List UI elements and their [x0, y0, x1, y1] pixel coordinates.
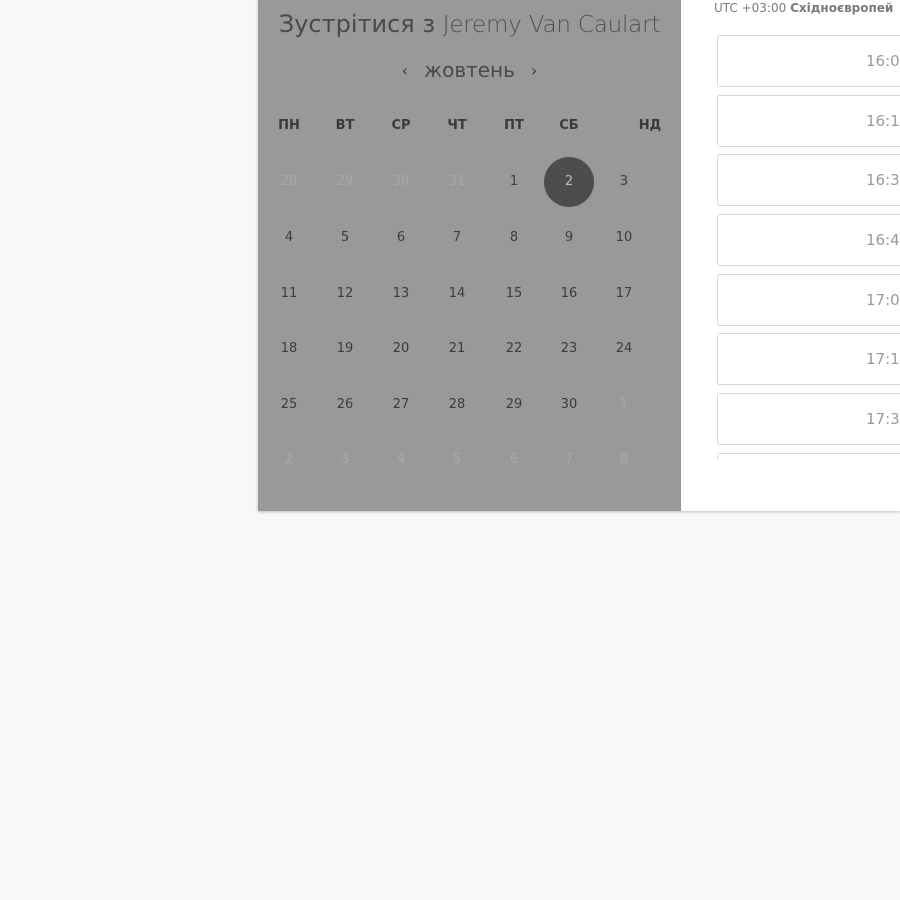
day-cell[interactable]: 16 [547, 272, 591, 316]
day-cell[interactable]: 21 [435, 327, 479, 371]
day-cell: 4 [396, 452, 406, 467]
time-slot-list: 16:0 16:1 16:3 16:4 17:0 17:1 17:3 [717, 35, 900, 459]
day-cell[interactable]: 26 [323, 383, 367, 427]
day-cell[interactable]: 23 [547, 327, 591, 371]
time-slot-button[interactable]: 16:1 [717, 94, 900, 147]
day-cell[interactable]: 9 [547, 216, 591, 260]
day-cell: 6 [509, 452, 519, 467]
day-cell[interactable]: 22 [492, 327, 536, 371]
day-cell[interactable]: 29 [492, 383, 536, 427]
day-cell: 2 [284, 452, 294, 467]
time-slot-button[interactable]: 17:1 [717, 333, 900, 386]
calendar-grid: 28 29 30 31 1 2 3 4 5 6 7 8 9 10 11 12 13 14 15 16 17 18 19 20 2… [258, 0, 681, 511]
timezone-name: Східноєвропей [790, 1, 894, 15]
day-cell: 31 [448, 174, 466, 189]
time-slot-button[interactable]: 17:0 [717, 273, 900, 326]
day-cell[interactable]: 8 [492, 216, 536, 260]
day-cell[interactable]: 1 [492, 160, 536, 204]
day-cell[interactable]: 27 [379, 383, 423, 427]
day-cell: 7 [564, 452, 574, 467]
day-cell[interactable]: 6 [379, 216, 423, 260]
day-cell[interactable]: 4 [267, 216, 311, 260]
calendar-panel: Зустрітися з Jeremy Van Caulart ‹ жовтен… [258, 0, 681, 511]
day-cell[interactable]: 3 [602, 160, 646, 204]
day-cell: 5 [452, 452, 462, 467]
time-slot-button[interactable]: 16:3 [717, 154, 900, 207]
day-cell[interactable]: 30 [547, 383, 591, 427]
day-cell[interactable]: 10 [602, 216, 646, 260]
time-slot-button[interactable]: 16:4 [717, 214, 900, 267]
day-cell[interactable]: 12 [323, 272, 367, 316]
time-slot-button[interactable]: 16:0 [717, 35, 900, 87]
day-cell[interactable]: 11 [267, 272, 311, 316]
day-cell: 1 [619, 397, 629, 412]
scheduler-widget: Зустрітися з Jeremy Van Caulart ‹ жовтен… [258, 0, 900, 511]
day-cell: 28 [280, 174, 298, 189]
timezone-offset: UTC +03:00 [714, 1, 787, 15]
day-cell[interactable]: 20 [379, 327, 423, 371]
day-cell[interactable]: 24 [602, 327, 646, 371]
time-slot-button[interactable] [717, 452, 900, 459]
day-cell: 8 [619, 452, 629, 467]
time-slots-panel: UTC +03:00 Східноєвропей 16:0 16:1 16:3 16:… [681, 0, 900, 511]
timezone-label: UTC +03:00 Східноєвропей [714, 1, 893, 15]
day-cell[interactable]: 7 [435, 216, 479, 260]
day-cell[interactable]: 25 [267, 383, 311, 427]
day-cell[interactable]: 13 [379, 272, 423, 316]
day-cell[interactable]: 28 [435, 383, 479, 427]
day-cell: 3 [340, 452, 350, 467]
day-cell-selected[interactable]: 2 [544, 157, 594, 207]
day-cell[interactable]: 17 [602, 272, 646, 316]
day-cell: 29 [336, 174, 354, 189]
time-slot-button[interactable]: 17:3 [717, 393, 900, 446]
day-cell[interactable]: 14 [435, 272, 479, 316]
day-cell[interactable]: 15 [492, 272, 536, 316]
day-cell: 30 [392, 174, 410, 189]
day-cell[interactable]: 5 [323, 216, 367, 260]
day-cell[interactable]: 19 [323, 327, 367, 371]
day-cell[interactable]: 18 [267, 327, 311, 371]
